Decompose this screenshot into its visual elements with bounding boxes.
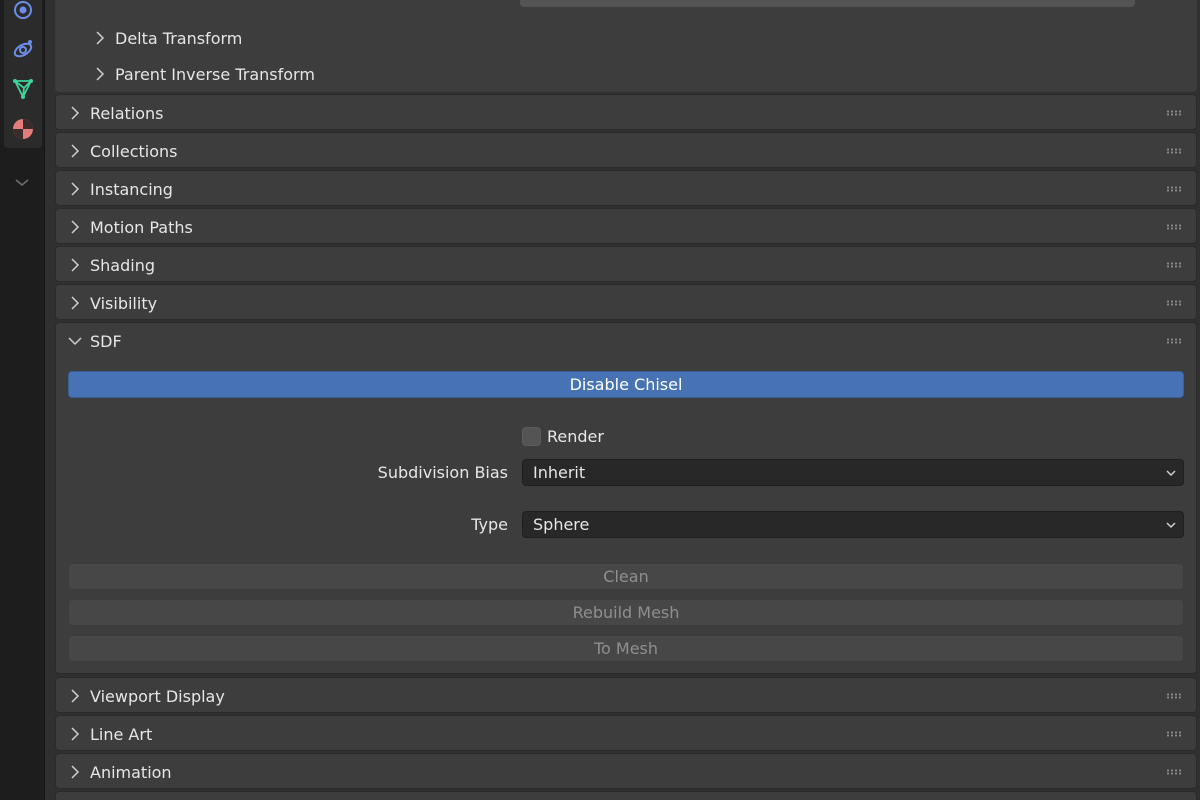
tab-material[interactable]: [9, 115, 37, 143]
panel-title: Relations: [90, 103, 164, 123]
chevron-down-icon: [68, 337, 82, 346]
transform-subpanel-container: Delta Transform Parent Inverse Transform: [55, 0, 1197, 92]
panel-title: Line Art: [90, 724, 153, 744]
properties-main-area: Delta Transform Parent Inverse Transform…: [44, 0, 1200, 800]
chevron-right-icon: [71, 258, 80, 272]
type-label: Type: [471, 515, 508, 534]
panel-title: Collections: [90, 141, 178, 161]
panel-header[interactable]: Shading: [56, 247, 1196, 283]
panel-title: SDF: [90, 331, 122, 351]
tab-physics[interactable]: [9, 0, 37, 24]
chevron-down-icon: [1166, 470, 1176, 477]
panel-header[interactable]: Viewport Display: [56, 678, 1196, 714]
physics-icon: [14, 1, 32, 19]
chevron-right-icon: [71, 144, 80, 158]
drag-grip-icon[interactable]: [1166, 148, 1182, 154]
drag-grip-icon[interactable]: [1166, 262, 1182, 268]
subdivision-bias-dropdown[interactable]: Inherit: [522, 459, 1184, 486]
panel-title: Motion Paths: [90, 217, 193, 237]
data-mesh-icon: [13, 79, 33, 99]
panel-shading[interactable]: Shading: [55, 246, 1197, 282]
disable-chisel-button[interactable]: Disable Chisel: [68, 371, 1184, 398]
rebuild-mesh-button[interactable]: Rebuild Mesh: [68, 599, 1184, 626]
subdivision-bias-value: Inherit: [533, 463, 586, 482]
chevron-right-icon: [71, 106, 80, 120]
panel-instancing[interactable]: Instancing: [55, 170, 1197, 206]
panel-title: Viewport Display: [90, 686, 225, 706]
render-toggle[interactable]: Render: [522, 425, 604, 447]
subdivision-bias-label: Subdivision Bias: [377, 463, 508, 482]
render-checkbox[interactable]: [522, 426, 541, 446]
material-icon: [13, 119, 33, 139]
panel-animation[interactable]: Animation: [55, 753, 1197, 789]
panel-header[interactable]: Collections: [56, 133, 1196, 169]
tab-constraints[interactable]: [9, 35, 37, 63]
panel-viewport-display[interactable]: Viewport Display: [55, 677, 1197, 713]
constraints-icon: [13, 40, 33, 58]
chevron-down-icon[interactable]: [11, 174, 33, 190]
type-dropdown[interactable]: Sphere: [522, 511, 1184, 538]
properties-tab-strip: [0, 0, 44, 800]
chevron-right-icon: [71, 689, 80, 703]
drag-grip-icon[interactable]: [1166, 300, 1182, 306]
to-mesh-button[interactable]: To Mesh: [68, 635, 1184, 662]
chevron-right-icon: [71, 182, 80, 196]
chevron-right-icon: [71, 765, 80, 779]
panel-header[interactable]: Visibility: [56, 285, 1196, 321]
chevron-right-icon: [71, 296, 80, 310]
tab-data[interactable]: [9, 75, 37, 103]
clean-button[interactable]: Clean: [68, 563, 1184, 590]
drag-grip-icon[interactable]: [1166, 731, 1182, 737]
drag-grip-icon[interactable]: [1166, 186, 1182, 192]
panel-header[interactable]: Instancing: [56, 171, 1196, 207]
panel-title: Shading: [90, 255, 155, 275]
panel-sdf: SDF Disable Chisel Render Subdivision Bi…: [55, 322, 1197, 674]
drag-grip-icon[interactable]: [1166, 224, 1182, 230]
chevron-right-icon: [96, 67, 105, 81]
subpanel-delta-transform[interactable]: Delta Transform: [91, 26, 242, 50]
properties-editor: Delta Transform Parent Inverse Transform…: [0, 0, 1200, 800]
subpanel-label: Delta Transform: [115, 28, 243, 48]
subpanel-parent-inverse-transform[interactable]: Parent Inverse Transform: [91, 62, 315, 86]
panel-header[interactable]: Motion Paths: [56, 209, 1196, 245]
drag-grip-icon[interactable]: [1166, 693, 1182, 699]
type-value: Sphere: [533, 515, 590, 534]
panel-header[interactable]: Animation: [56, 754, 1196, 790]
chevron-down-icon: [1166, 522, 1176, 529]
panel-header[interactable]: Relations: [56, 95, 1196, 131]
drag-grip-icon[interactable]: [1166, 769, 1182, 775]
chevron-right-icon: [96, 31, 105, 45]
subpanel-label: Parent Inverse Transform: [115, 64, 315, 84]
panel-collections[interactable]: Collections: [55, 132, 1197, 168]
panel-header[interactable]: SDF: [56, 323, 1196, 359]
chevron-right-icon: [71, 220, 80, 234]
panel-title: Instancing: [90, 179, 173, 199]
panel-title: Animation: [90, 762, 172, 782]
drag-grip-icon[interactable]: [1166, 338, 1182, 344]
panel-header[interactable]: Line Art: [56, 716, 1196, 752]
panel-visibility[interactable]: Visibility: [55, 284, 1197, 320]
panel-relations[interactable]: Relations: [55, 94, 1197, 130]
drag-grip-icon[interactable]: [1166, 110, 1182, 116]
chevron-right-icon: [71, 727, 80, 741]
panel-title: Visibility: [90, 293, 158, 313]
top-value-field[interactable]: [520, 0, 1135, 7]
render-label: Render: [547, 426, 604, 446]
panel-next-partial[interactable]: [55, 791, 1197, 800]
panel-motion-paths[interactable]: Motion Paths: [55, 208, 1197, 244]
panel-line-art[interactable]: Line Art: [55, 715, 1197, 751]
